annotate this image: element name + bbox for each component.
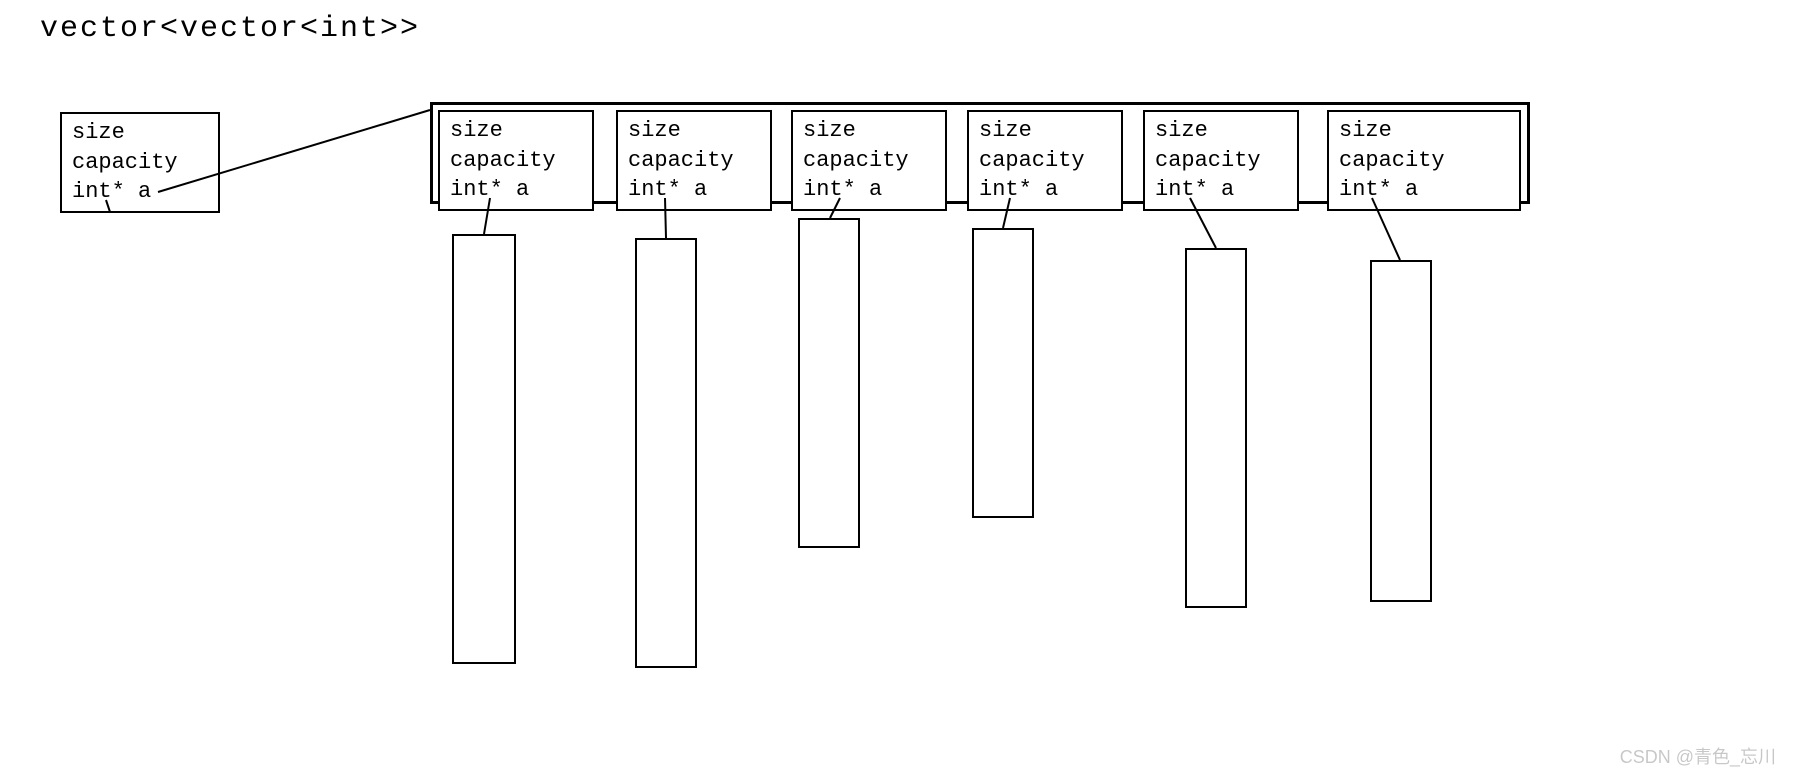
struct-field-capacity: capacity — [979, 146, 1111, 176]
struct-field-pointer: int* a — [979, 175, 1111, 205]
struct-field-pointer: int* a — [628, 175, 760, 205]
diagram-title: vector<vector<int>> — [40, 12, 420, 46]
struct-field-capacity: capacity — [1155, 146, 1287, 176]
int-array-2 — [798, 218, 860, 548]
int-array-3 — [972, 228, 1034, 518]
int-array-4 — [1185, 248, 1247, 608]
int-array-0 — [452, 234, 516, 664]
struct-field-size: size — [803, 116, 935, 146]
inner-vector-struct-2: size capacity int* a — [791, 110, 947, 211]
struct-field-pointer: int* a — [803, 175, 935, 205]
inner-vector-struct-5: size capacity int* a — [1327, 110, 1521, 211]
struct-field-pointer: int* a — [1155, 175, 1287, 205]
struct-field-capacity: capacity — [450, 146, 582, 176]
struct-field-capacity: capacity — [1339, 146, 1509, 176]
struct-field-capacity: capacity — [628, 146, 760, 176]
struct-field-pointer: int* a — [450, 175, 582, 205]
struct-field-size: size — [628, 116, 760, 146]
struct-field-size: size — [450, 116, 582, 146]
watermark: CSDN @青色_忘川 — [1620, 743, 1776, 769]
inner-vector-struct-0: size capacity int* a — [438, 110, 594, 211]
struct-field-pointer: int* a — [72, 177, 208, 207]
struct-field-size: size — [72, 118, 208, 148]
struct-field-size: size — [979, 116, 1111, 146]
inner-vector-struct-1: size capacity int* a — [616, 110, 772, 211]
struct-field-capacity: capacity — [72, 148, 208, 178]
outer-vector-struct: size capacity int* a — [60, 112, 220, 213]
struct-field-size: size — [1339, 116, 1509, 146]
struct-field-pointer: int* a — [1339, 175, 1509, 205]
int-array-1 — [635, 238, 697, 668]
struct-field-capacity: capacity — [803, 146, 935, 176]
int-array-5 — [1370, 260, 1432, 602]
inner-vector-struct-3: size capacity int* a — [967, 110, 1123, 211]
struct-field-size: size — [1155, 116, 1287, 146]
inner-vector-struct-4: size capacity int* a — [1143, 110, 1299, 211]
